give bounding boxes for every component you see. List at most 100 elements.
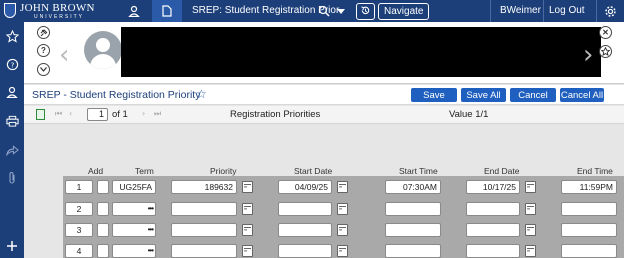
term-field[interactable]: ••• [112,244,156,258]
plus-icon[interactable] [4,238,20,254]
add-checkbox[interactable] [97,180,109,194]
calendar-icon[interactable] [337,245,348,257]
logo-name: JOHN BROWN [20,2,95,14]
print-icon[interactable] [4,113,20,129]
start-date-field[interactable]: 04/09/25 [278,180,332,194]
person-icon[interactable] [4,84,20,100]
left-rail: ? [0,22,24,258]
end-time-field[interactable]: 11:59PM [561,180,617,194]
end-date-field[interactable]: 10/17/25 [466,180,520,194]
history-icon[interactable] [356,2,375,20]
header-start-time: Start Time [399,166,438,176]
priority-field[interactable] [171,244,237,258]
lookup-ellipsis-icon[interactable]: ••• [148,245,154,257]
save-all-button[interactable]: Save All [461,88,506,102]
university-logo[interactable]: JOHN BROWN UNIVERSITY [4,2,114,20]
add-checkbox[interactable] [97,202,109,216]
term-field[interactable]: UG25FA [112,180,156,194]
navigate-button[interactable]: Navigate [378,2,430,20]
prev-page-icon[interactable]: ‹ [69,109,72,118]
save-button[interactable]: Save [411,88,457,102]
cancel-all-button[interactable]: Cancel All [560,88,604,102]
calendar-icon[interactable] [242,203,253,215]
calendar-icon[interactable] [525,203,536,215]
calendar-icon[interactable] [337,224,348,236]
search-icon[interactable] [316,3,332,19]
first-page-icon[interactable]: ⏮ [55,109,62,119]
calendar-icon[interactable] [525,224,536,236]
chevron-right-icon[interactable]: › [583,40,593,70]
attachment-icon[interactable] [4,170,20,186]
calendar-icon[interactable] [337,203,348,215]
start-time-field[interactable] [385,223,441,237]
row-number: 3 [65,223,93,237]
calendar-icon[interactable] [525,245,536,257]
chevron-down-icon[interactable] [37,63,50,76]
lookup-ellipsis-icon[interactable]: ••• [148,203,154,215]
last-page-icon[interactable]: ⏭ [154,109,161,119]
header-end-date: End Date [484,166,520,176]
start-date-field[interactable] [278,223,332,237]
row-number: 1 [65,180,93,194]
calendar-icon[interactable] [525,181,536,193]
start-date-field[interactable] [278,244,332,258]
record-toolbar: ⏮ ‹ 1 of 1 › ⏭ Registration Priorities V… [24,106,624,124]
document-icon[interactable] [36,109,45,120]
close-icon[interactable]: ✕ [599,26,612,39]
priority-field[interactable] [171,202,237,216]
avatar-head [96,38,110,52]
term-field[interactable]: ••• [112,202,156,216]
svg-text:?: ? [10,60,14,69]
term-field[interactable]: ••• [112,223,156,237]
end-time-field[interactable] [561,202,617,216]
gear-icon[interactable] [602,3,618,19]
page-count: of 1 [112,109,128,120]
end-date-field[interactable] [466,244,520,258]
end-date-field[interactable] [466,202,520,216]
chevron-down-icon[interactable] [333,3,349,19]
end-time-field[interactable] [561,244,617,258]
next-page-icon[interactable]: › [142,109,145,118]
row-number: 2 [65,202,93,216]
end-time-field[interactable] [561,223,617,237]
logout-button[interactable]: Log Out [549,5,585,16]
start-date-field[interactable] [278,202,332,216]
chevron-left-icon[interactable]: ‹ [59,40,69,70]
start-time-field[interactable] [385,202,441,216]
header-start-date: Start Date [294,166,333,176]
navigate-control: Navigate [356,2,430,20]
divider [596,0,597,22]
start-time-field[interactable] [385,244,441,258]
add-checkbox[interactable] [97,223,109,237]
lookup-ellipsis-icon[interactable]: ••• [148,224,154,236]
header-term: Term [135,166,154,176]
star-icon[interactable] [4,28,20,44]
divider [490,0,491,22]
share-icon[interactable] [4,142,20,158]
section-title: Registration Priorities [230,109,321,120]
form-title: SREP - Student Registration Priority [32,89,201,101]
favorite-star-icon[interactable]: ☆ [196,87,207,101]
calendar-icon[interactable] [337,181,348,193]
divider [543,0,544,22]
person-icon[interactable] [126,3,142,19]
add-checkbox[interactable] [97,244,109,258]
priority-field[interactable] [171,223,237,237]
header-priority: Priority [210,166,237,176]
cancel-button[interactable]: Cancel [510,88,556,102]
calendar-icon[interactable] [242,224,253,236]
calendar-icon[interactable] [242,181,253,193]
row-number: 4 [65,244,93,258]
avatar [84,31,122,69]
form-tab[interactable] [152,0,182,22]
end-date-field[interactable] [466,223,520,237]
page-input[interactable]: 1 [87,108,108,121]
star-icon[interactable] [599,45,612,58]
start-time-field[interactable]: 07:30AM [385,180,441,194]
help-icon[interactable]: ? [37,44,50,57]
help-icon[interactable]: ? [4,56,20,72]
calendar-icon[interactable] [242,245,253,257]
top-bar: JOHN BROWN UNIVERSITY SREP: Student Regi… [0,0,624,22]
priority-field[interactable]: 189632 [171,180,237,194]
pin-icon[interactable] [37,26,50,39]
